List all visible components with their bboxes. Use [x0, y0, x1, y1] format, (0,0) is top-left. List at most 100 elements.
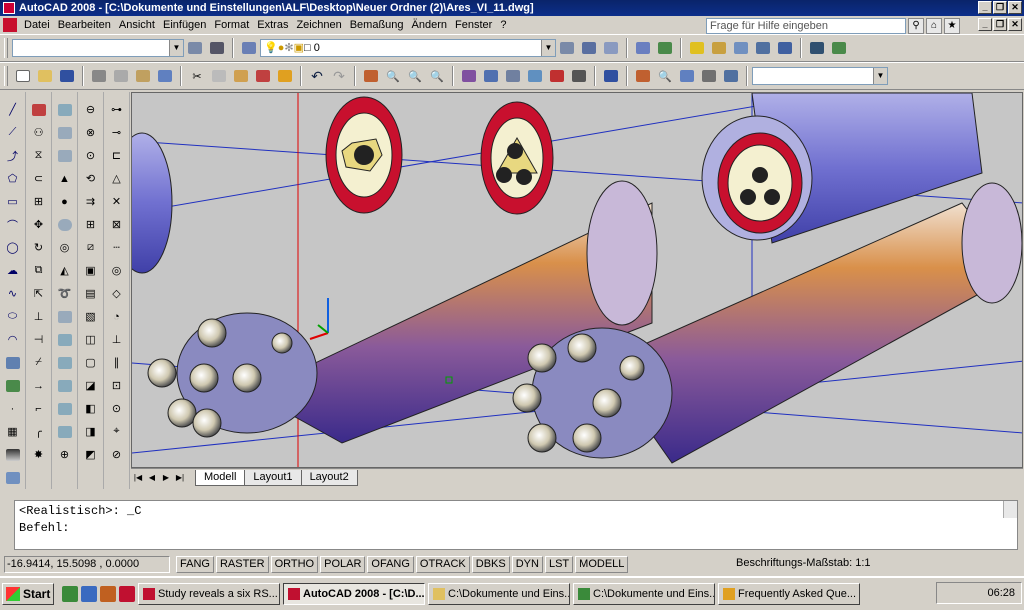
menu-bemassung[interactable]: Bemaßung — [346, 19, 408, 31]
paste-icon[interactable] — [231, 66, 251, 86]
materials-icon[interactable] — [709, 38, 729, 58]
section-plane-icon[interactable]: ▤ — [80, 283, 102, 304]
new-file-icon[interactable] — [13, 66, 33, 86]
tab-last-icon[interactable]: ▶| — [173, 471, 187, 485]
snap-center-icon[interactable]: ◎ — [106, 260, 128, 281]
chamfer-icon[interactable]: ⌐ — [28, 398, 50, 419]
toggle-lst[interactable]: LST — [544, 555, 574, 573]
stretch-icon[interactable]: ⇱ — [28, 283, 50, 304]
toggle-polar[interactable]: POLAR — [320, 555, 366, 573]
subtract-icon[interactable]: ⊖ — [80, 99, 102, 120]
view-dropdown[interactable]: ▼ — [752, 67, 888, 85]
communication-center-icon[interactable]: ⌂ — [926, 18, 942, 34]
walk-icon[interactable] — [775, 38, 795, 58]
print-icon[interactable] — [89, 66, 109, 86]
toggle-modell[interactable]: MODELL — [575, 555, 629, 573]
minimize-button[interactable]: _ — [978, 1, 992, 14]
temp-track-icon[interactable]: ⊶ — [106, 99, 128, 120]
offset-icon[interactable]: ⊂ — [28, 168, 50, 189]
imprint-icon[interactable]: ◪ — [80, 375, 102, 396]
snap-none-icon[interactable]: ⊘ — [106, 444, 128, 465]
snap-midpoint-icon[interactable]: △ — [106, 168, 128, 189]
toggle-otrack[interactable]: OTRACK — [415, 555, 470, 573]
sheet-set-icon[interactable] — [525, 66, 545, 86]
toggle-ortho[interactable]: ORTHO — [270, 555, 319, 573]
revision-cloud-icon[interactable]: ☁ — [2, 260, 24, 281]
workspace-settings-icon[interactable] — [185, 38, 205, 58]
check-icon[interactable]: ◩ — [80, 444, 102, 465]
3d-rotate-icon[interactable]: ⟲ — [80, 168, 102, 189]
menu-aendern[interactable]: Ändern — [408, 19, 451, 31]
menu-format[interactable]: Format — [210, 19, 253, 31]
pyramid-icon[interactable]: ◭ — [54, 260, 76, 281]
save-icon[interactable] — [57, 66, 77, 86]
3d-move-icon[interactable]: ⊙ — [80, 145, 102, 166]
menu-datei[interactable]: Datei — [20, 19, 54, 31]
quicklaunch-icon-2[interactable] — [81, 586, 97, 602]
polygon-icon[interactable]: ⬠ — [2, 168, 24, 189]
command-scrollbar[interactable] — [1003, 501, 1017, 518]
tab-first-icon[interactable]: |◀ — [131, 471, 145, 485]
polyline-icon[interactable]: ⤴ — [2, 145, 24, 166]
3d-dwf-icon[interactable] — [155, 66, 175, 86]
menu-help[interactable]: ? — [496, 19, 510, 31]
array-icon[interactable]: ⊞ — [28, 191, 50, 212]
make-block-icon[interactable] — [2, 375, 24, 396]
menu-ansicht[interactable]: Ansicht — [115, 19, 159, 31]
task-autocad[interactable]: AutoCAD 2008 - [C:\D... — [283, 583, 425, 605]
spline-icon[interactable]: ∿ — [2, 283, 24, 304]
interference-icon[interactable]: ◫ — [80, 329, 102, 350]
block-editor-icon[interactable] — [275, 66, 295, 86]
snap-parallel-icon[interactable]: ∥ — [106, 352, 128, 373]
flatshot-icon[interactable]: ▧ — [80, 306, 102, 327]
intersect-icon[interactable]: ⊗ — [80, 122, 102, 143]
camera-icon[interactable] — [753, 38, 773, 58]
shell-icon[interactable]: ▢ — [80, 352, 102, 373]
sphere-icon[interactable]: ● — [54, 191, 76, 212]
fillet-icon[interactable]: ╭ — [28, 421, 50, 442]
mirror-icon[interactable]: ⧖ — [28, 145, 50, 166]
copy-object-icon[interactable]: ⚇ — [28, 122, 50, 143]
cylinder-icon[interactable] — [54, 214, 76, 235]
properties-icon[interactable] — [459, 66, 479, 86]
render-icon[interactable] — [655, 38, 675, 58]
design-center-icon[interactable] — [481, 66, 501, 86]
point-icon[interactable]: · — [2, 398, 24, 419]
tab-layout1[interactable]: Layout1 — [244, 469, 302, 486]
snap-tangent-icon[interactable]: ◔ — [106, 306, 128, 327]
planar-surface-icon[interactable] — [54, 306, 76, 327]
3d-array-icon[interactable]: ⊞ — [80, 214, 102, 235]
snap-intersection-icon[interactable]: ✕ — [106, 191, 128, 212]
doc-restore-button[interactable]: ❐ — [993, 18, 1007, 31]
toggle-ofang[interactable]: OFANG — [367, 555, 414, 573]
menu-einfuegen[interactable]: Einfügen — [159, 19, 210, 31]
task-faq[interactable]: Frequently Asked Que... — [718, 583, 860, 605]
coordinate-display[interactable]: -16.9414, 15.5098 , 0.0000 — [4, 555, 170, 573]
tool-palettes-icon[interactable] — [503, 66, 523, 86]
revolve-icon[interactable] — [54, 398, 76, 419]
block-icon[interactable] — [633, 38, 653, 58]
publish-icon[interactable] — [133, 66, 153, 86]
snap-apparent-icon[interactable]: ⊠ — [106, 214, 128, 235]
polysolid-icon[interactable] — [54, 99, 76, 120]
customize-icon[interactable] — [207, 38, 227, 58]
rectangle-icon[interactable]: ▭ — [2, 191, 24, 212]
workspace-dropdown[interactable]: ▼ — [12, 39, 184, 57]
region-icon[interactable] — [2, 467, 24, 488]
trim-icon[interactable]: ⊥ — [28, 306, 50, 327]
quicklaunch-icon-4[interactable] — [119, 586, 135, 602]
favorites-star-icon[interactable]: ★ — [944, 18, 960, 34]
zoom-realtime-icon[interactable]: 🔍 — [383, 66, 403, 86]
task-explorer-1[interactable]: C:\Dokumente und Eins... — [428, 583, 570, 605]
cone-icon[interactable]: ▲ — [54, 168, 76, 189]
calculator-icon[interactable] — [569, 66, 589, 86]
tab-prev-icon[interactable]: ◀ — [145, 471, 159, 485]
render-settings-icon[interactable] — [829, 38, 849, 58]
pan-icon[interactable] — [361, 66, 381, 86]
tab-layout2[interactable]: Layout2 — [300, 469, 358, 486]
help-icon[interactable] — [601, 66, 621, 86]
menu-zeichnen[interactable]: Zeichnen — [292, 19, 345, 31]
snap-endpoint-icon[interactable]: ⊏ — [106, 145, 128, 166]
3d-align-icon[interactable]: ⇉ — [80, 191, 102, 212]
search-icon[interactable]: ⚲ — [908, 18, 924, 34]
